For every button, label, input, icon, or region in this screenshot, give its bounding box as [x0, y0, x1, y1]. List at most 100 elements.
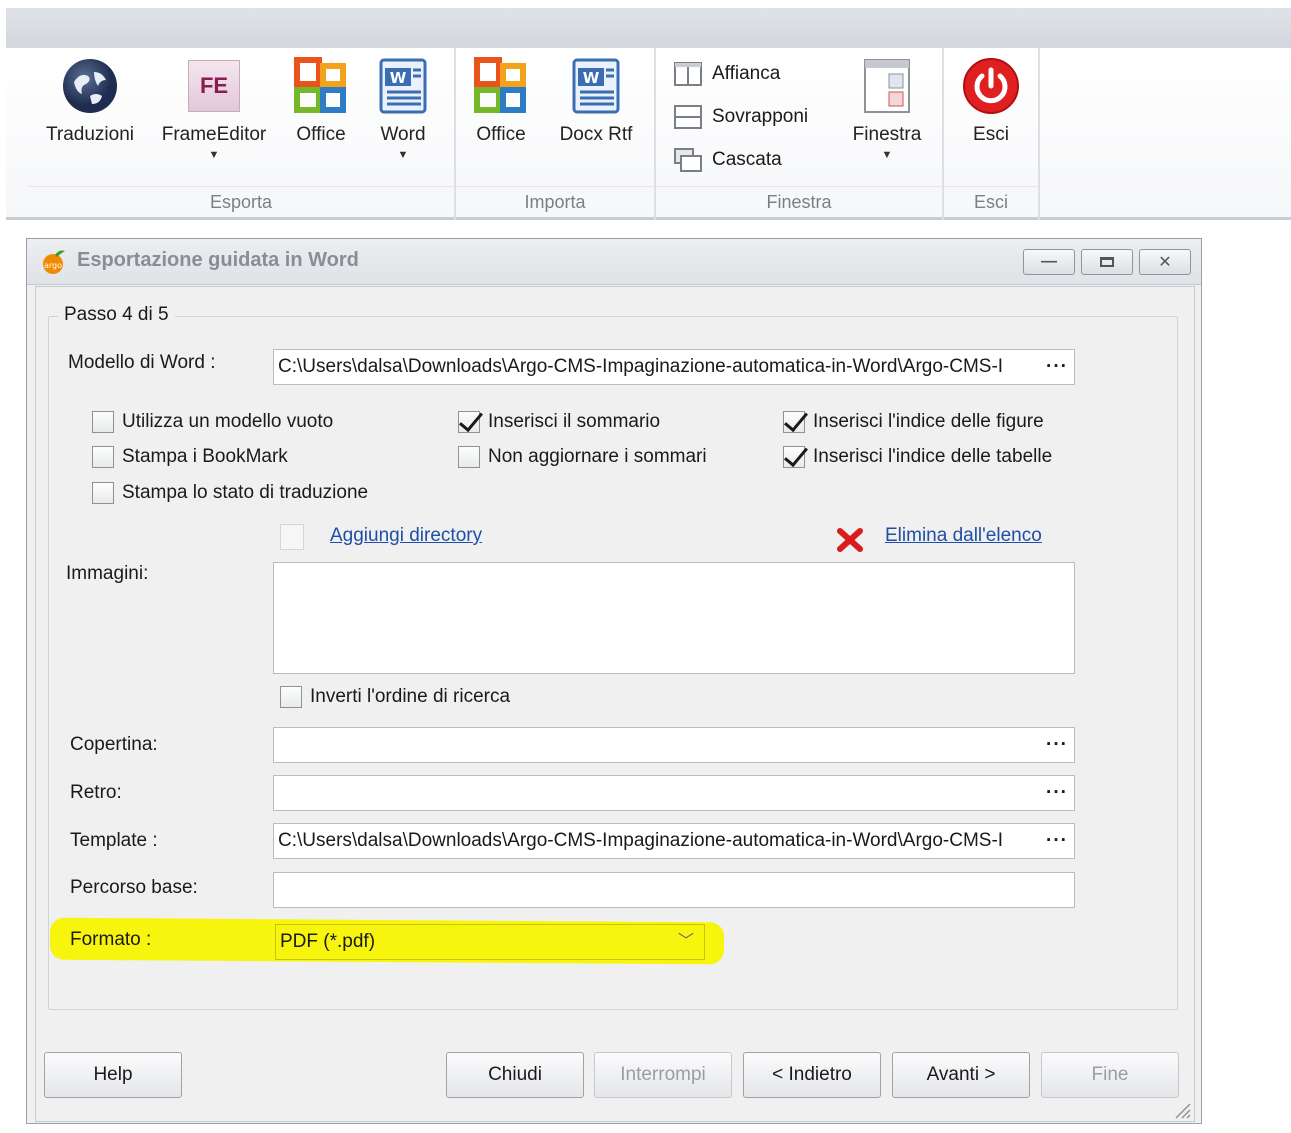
dialog-titlebar[interactable]: argo Esportazione guidata in Word — ✕	[27, 239, 1201, 285]
immagini-list[interactable]	[273, 562, 1075, 674]
copertina-label: Copertina:	[70, 734, 158, 755]
word-icon: W	[572, 58, 620, 114]
stampa-stato-label: Stampa lo stato di traduzione	[122, 482, 369, 503]
resize-grip-icon[interactable]	[1172, 1100, 1192, 1120]
maximize-icon	[1100, 257, 1114, 267]
checkbox-box-checked[interactable]	[783, 446, 805, 468]
modello-vuoto-label: Utilizza un modello vuoto	[122, 411, 334, 432]
indice-tabelle-label: Inserisci l'indice delle tabelle	[813, 446, 1053, 467]
docx-rtf-button[interactable]: W Docx Rtf	[550, 56, 642, 146]
finestra-label: Finestra	[852, 124, 922, 145]
docx-rtf-label: Docx Rtf	[559, 124, 633, 145]
word-icon: W	[379, 58, 427, 114]
checkbox-box[interactable]	[280, 686, 302, 708]
stampa-stato-checkbox[interactable]: Stampa lo stato di traduzione	[92, 482, 368, 504]
svg-text:argo: argo	[44, 261, 62, 270]
group-label-esporta: Esporta	[28, 186, 454, 218]
inserisci-sommario-checkbox[interactable]: Inserisci il sommario	[458, 411, 660, 433]
non-aggiornare-label: Non aggiornare i sommari	[488, 446, 707, 467]
ribbon-group-finestra: Affianca Sovrapponi Cascata Finestra ▼ F…	[656, 48, 944, 220]
traduzioni-label: Traduzioni	[45, 124, 134, 145]
stampa-bookmark-checkbox[interactable]: Stampa i BookMark	[92, 446, 288, 468]
stampa-bookmark-label: Stampa i BookMark	[122, 446, 288, 467]
browse-ellipsis-icon[interactable]: ···	[1042, 350, 1068, 384]
checkbox-box[interactable]	[92, 482, 114, 504]
browse-ellipsis-icon[interactable]: ···	[1046, 728, 1068, 762]
modello-vuoto-checkbox[interactable]: Utilizza un modello vuoto	[92, 411, 333, 433]
delete-icon[interactable]	[836, 527, 864, 553]
office-export-label: Office	[296, 124, 346, 145]
formato-select[interactable]: PDF (*.pdf) ﹀	[275, 924, 705, 960]
browse-ellipsis-icon[interactable]: ···	[1042, 824, 1068, 858]
checkbox-box-checked[interactable]	[783, 411, 805, 433]
finestra-button[interactable]: Finestra ▼	[842, 56, 932, 161]
close-button[interactable]: ✕	[1139, 249, 1191, 275]
percorso-label: Percorso base:	[70, 877, 198, 898]
immagini-label: Immagini:	[66, 563, 149, 584]
non-aggiornare-checkbox[interactable]: Non aggiornare i sommari	[458, 446, 707, 468]
minimize-icon: —	[1041, 253, 1057, 270]
checkbox-box[interactable]	[458, 446, 480, 468]
template-value: C:\Users\dalsa\Downloads\Argo-CMS-Impagi…	[278, 830, 1004, 851]
group-label-finestra: Finestra	[656, 186, 942, 218]
office-export-button[interactable]: Office	[286, 56, 356, 146]
globe-icon	[63, 59, 117, 113]
esci-label: Esci	[973, 124, 1009, 145]
indietro-button[interactable]: < Indietro	[743, 1052, 881, 1098]
close-icon: ✕	[1158, 254, 1172, 271]
help-button[interactable]: Help	[44, 1052, 182, 1098]
checkbox-box[interactable]	[92, 446, 114, 468]
chiudi-button[interactable]: Chiudi	[446, 1052, 584, 1098]
svg-text:W: W	[390, 69, 407, 87]
checkbox-box-checked[interactable]	[458, 411, 480, 433]
svg-text:W: W	[583, 69, 600, 87]
frameeditor-button[interactable]: FE FrameEditor ▼	[156, 56, 272, 161]
template-label: Template :	[70, 830, 158, 851]
word-export-button[interactable]: W Word ▼	[368, 56, 438, 161]
word-export-label: Word	[380, 124, 426, 145]
group-label-importa: Importa	[456, 186, 654, 218]
aggiungi-directory-link[interactable]: Aggiungi directory	[330, 525, 482, 547]
browse-ellipsis-icon[interactable]: ···	[1046, 776, 1068, 810]
modello-word-value: C:\Users\dalsa\Downloads\Argo-CMS-Impagi…	[278, 356, 1004, 377]
sovrapponi-button[interactable]: Sovrapponi	[674, 101, 808, 133]
directory-toggle-box[interactable]	[280, 524, 304, 550]
inserisci-sommario-label: Inserisci il sommario	[488, 411, 661, 432]
affianca-label: Affianca	[712, 63, 781, 84]
avanti-button[interactable]: Avanti >	[892, 1052, 1030, 1098]
template-field[interactable]: C:\Users\dalsa\Downloads\Argo-CMS-Impagi…	[273, 823, 1075, 859]
minimize-button[interactable]: —	[1023, 249, 1075, 275]
chevron-down-icon[interactable]: ﹀	[678, 925, 694, 959]
app-logo-icon: argo	[43, 250, 65, 274]
maximize-button[interactable]	[1081, 249, 1133, 275]
copertina-field[interactable]: ···	[273, 727, 1075, 763]
step-label: Passo 4 di 5	[58, 304, 175, 326]
affianca-button[interactable]: Affianca	[674, 58, 780, 90]
ribbon: Traduzioni FE FrameEditor ▼ Office W Wor…	[6, 48, 1291, 220]
formato-label: Formato :	[70, 929, 152, 950]
frameeditor-icon: FE	[188, 60, 240, 112]
cascata-button[interactable]: Cascata	[674, 144, 782, 176]
dialog-title: Esportazione guidata in Word	[77, 249, 359, 271]
fine-button[interactable]: Fine	[1041, 1052, 1179, 1098]
elimina-elenco-link[interactable]: Elimina dall'elenco	[885, 525, 1042, 547]
office-import-button[interactable]: Office	[468, 56, 534, 146]
indice-tabelle-checkbox[interactable]: Inserisci l'indice delle tabelle	[783, 446, 1052, 468]
retro-label: Retro:	[70, 782, 122, 803]
retro-field[interactable]: ···	[273, 775, 1075, 811]
tile-vertical-icon	[674, 62, 702, 86]
checkbox-box[interactable]	[92, 411, 114, 433]
percorso-base-field[interactable]	[273, 872, 1075, 908]
ribbon-group-esci: Esci Esci	[944, 48, 1040, 220]
esci-button[interactable]: Esci	[958, 56, 1024, 146]
indice-figure-label: Inserisci l'indice delle figure	[813, 411, 1044, 432]
indice-figure-checkbox[interactable]: Inserisci l'indice delle figure	[783, 411, 1044, 433]
interrompi-button[interactable]: Interrompi	[594, 1052, 732, 1098]
cascade-icon	[674, 148, 702, 172]
modello-word-field[interactable]: C:\Users\dalsa\Downloads\Argo-CMS-Impagi…	[273, 349, 1075, 385]
tile-horizontal-icon	[674, 105, 702, 129]
office-icon	[474, 57, 526, 113]
sovrapponi-label: Sovrapponi	[712, 106, 809, 127]
inverti-ordine-checkbox[interactable]: Inverti l'ordine di ricerca	[280, 686, 510, 708]
traduzioni-button[interactable]: Traduzioni	[40, 56, 140, 146]
